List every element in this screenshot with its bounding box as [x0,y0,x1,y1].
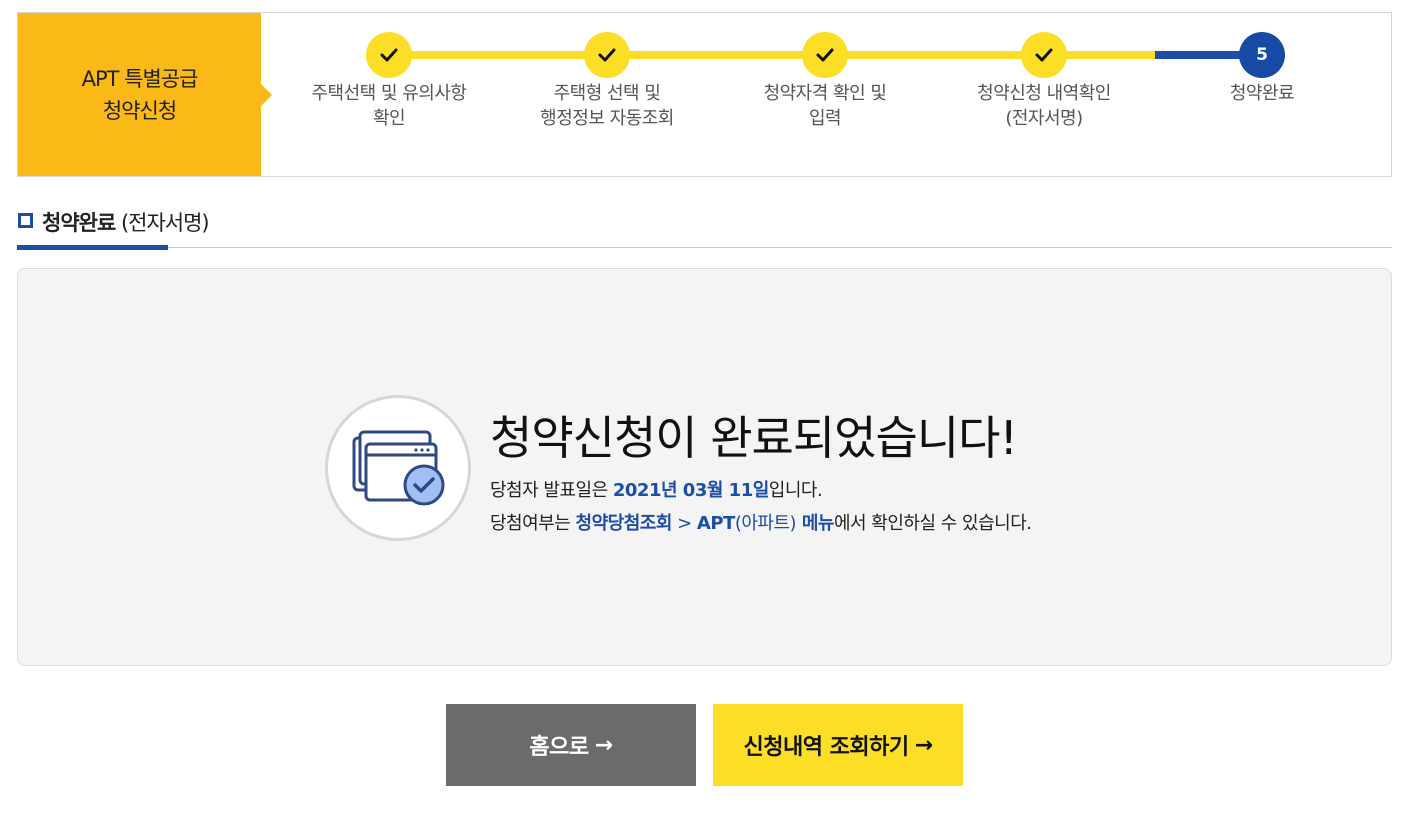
progress-stepper: APT 특별공급 청약신청 주택선택 및 유의사항 확인 주택형 선택 및 행정… [17,12,1392,177]
step-2-label-line2: 행정정보 자동조회 [540,108,674,129]
announcement-date-text: 당첨자 발표일은 2021년 03월 11일입니다. [490,476,823,502]
menu-path-winner-check: 청약당첨조회 [575,513,673,534]
step-3-label-line2: 입력 [808,108,842,129]
result-guide-text: 당첨여부는 청약당첨조회 > APT(아파트) 메뉴에서 확인하실 수 있습니다… [490,509,1032,535]
menu-path-menu: 메뉴 [796,513,835,534]
step-2-label-line1: 주택형 선택 및 [553,83,661,104]
step-2-label: 주택형 선택 및 행정정보 자동조회 [492,81,722,131]
result-guide-suffix: 에서 확인하실 수 있습니다. [833,513,1032,534]
step-1-label-line2: 확인 [372,108,406,129]
step-connector-1 [388,51,606,59]
menu-path-separator: > [671,513,697,534]
section-title: 청약완료 (전자서명) [42,207,210,237]
step-5-label-line1: 청약완료 [1229,83,1295,104]
announcement-prefix: 당첨자 발표일은 [490,480,613,501]
section-heading: 청약완료 (전자서명) [17,204,1392,250]
step-1-check-icon [366,32,412,78]
arrow-right-icon: → [594,732,613,758]
step-2-check-icon [584,32,630,78]
step-3-label: 청약자격 확인 및 입력 [710,81,940,131]
square-bullet-icon [18,213,33,228]
step-connector-3 [825,51,1043,59]
stepper-title-line2: 청약신청 [102,98,177,123]
arrow-right-icon: → [914,732,933,758]
view-application-history-button[interactable]: 신청내역 조회하기 → [713,704,963,786]
completion-badge [325,395,471,541]
step-4-label-line1: 청약신청 내역확인 [977,83,1111,104]
section-title-main: 청약완료 [42,211,116,235]
step-4-check-icon [1021,32,1067,78]
menu-path-apt: APT [696,513,735,534]
step-connector-2 [606,51,825,59]
section-title-sub: (전자서명) [115,211,210,235]
step-4-label: 청약신청 내역확인 (전자서명) [929,81,1159,131]
announcement-suffix: 입니다. [768,480,823,501]
history-button-label: 신청내역 조회하기 [743,735,909,760]
browser-windows-check-icon [352,430,445,506]
step-5-label: 청약완료 [1147,81,1377,106]
section-title-underline [17,245,168,250]
announcement-date: 2021년 03월 11일 [612,480,769,501]
stepper-title: APT 특별공급 청약신청 [18,13,261,176]
completion-title: 청약신청이 완료되었습니다! [490,411,1018,465]
step-4-label-line2: (전자서명) [1005,108,1083,129]
step-1-label-line1: 주택선택 및 유의사항 [311,83,467,104]
step-3-check-icon [802,32,848,78]
result-guide-prefix: 당첨여부는 [490,513,576,534]
completion-panel: 청약신청이 완료되었습니다! 당첨자 발표일은 2021년 03월 11일입니다… [17,268,1392,666]
step-3-label-line1: 청약자격 확인 및 [763,83,887,104]
step-1-label: 주택선택 및 유의사항 확인 [274,81,504,131]
step-5-number: 5 [1239,32,1285,78]
stepper-title-arrow [261,84,272,106]
menu-path-apt-paren: (아파트) [734,513,797,534]
home-button-label: 홈으로 [529,735,589,760]
home-button[interactable]: 홈으로 → [446,704,696,786]
stepper-title-line1: APT 특별공급 [81,66,199,91]
